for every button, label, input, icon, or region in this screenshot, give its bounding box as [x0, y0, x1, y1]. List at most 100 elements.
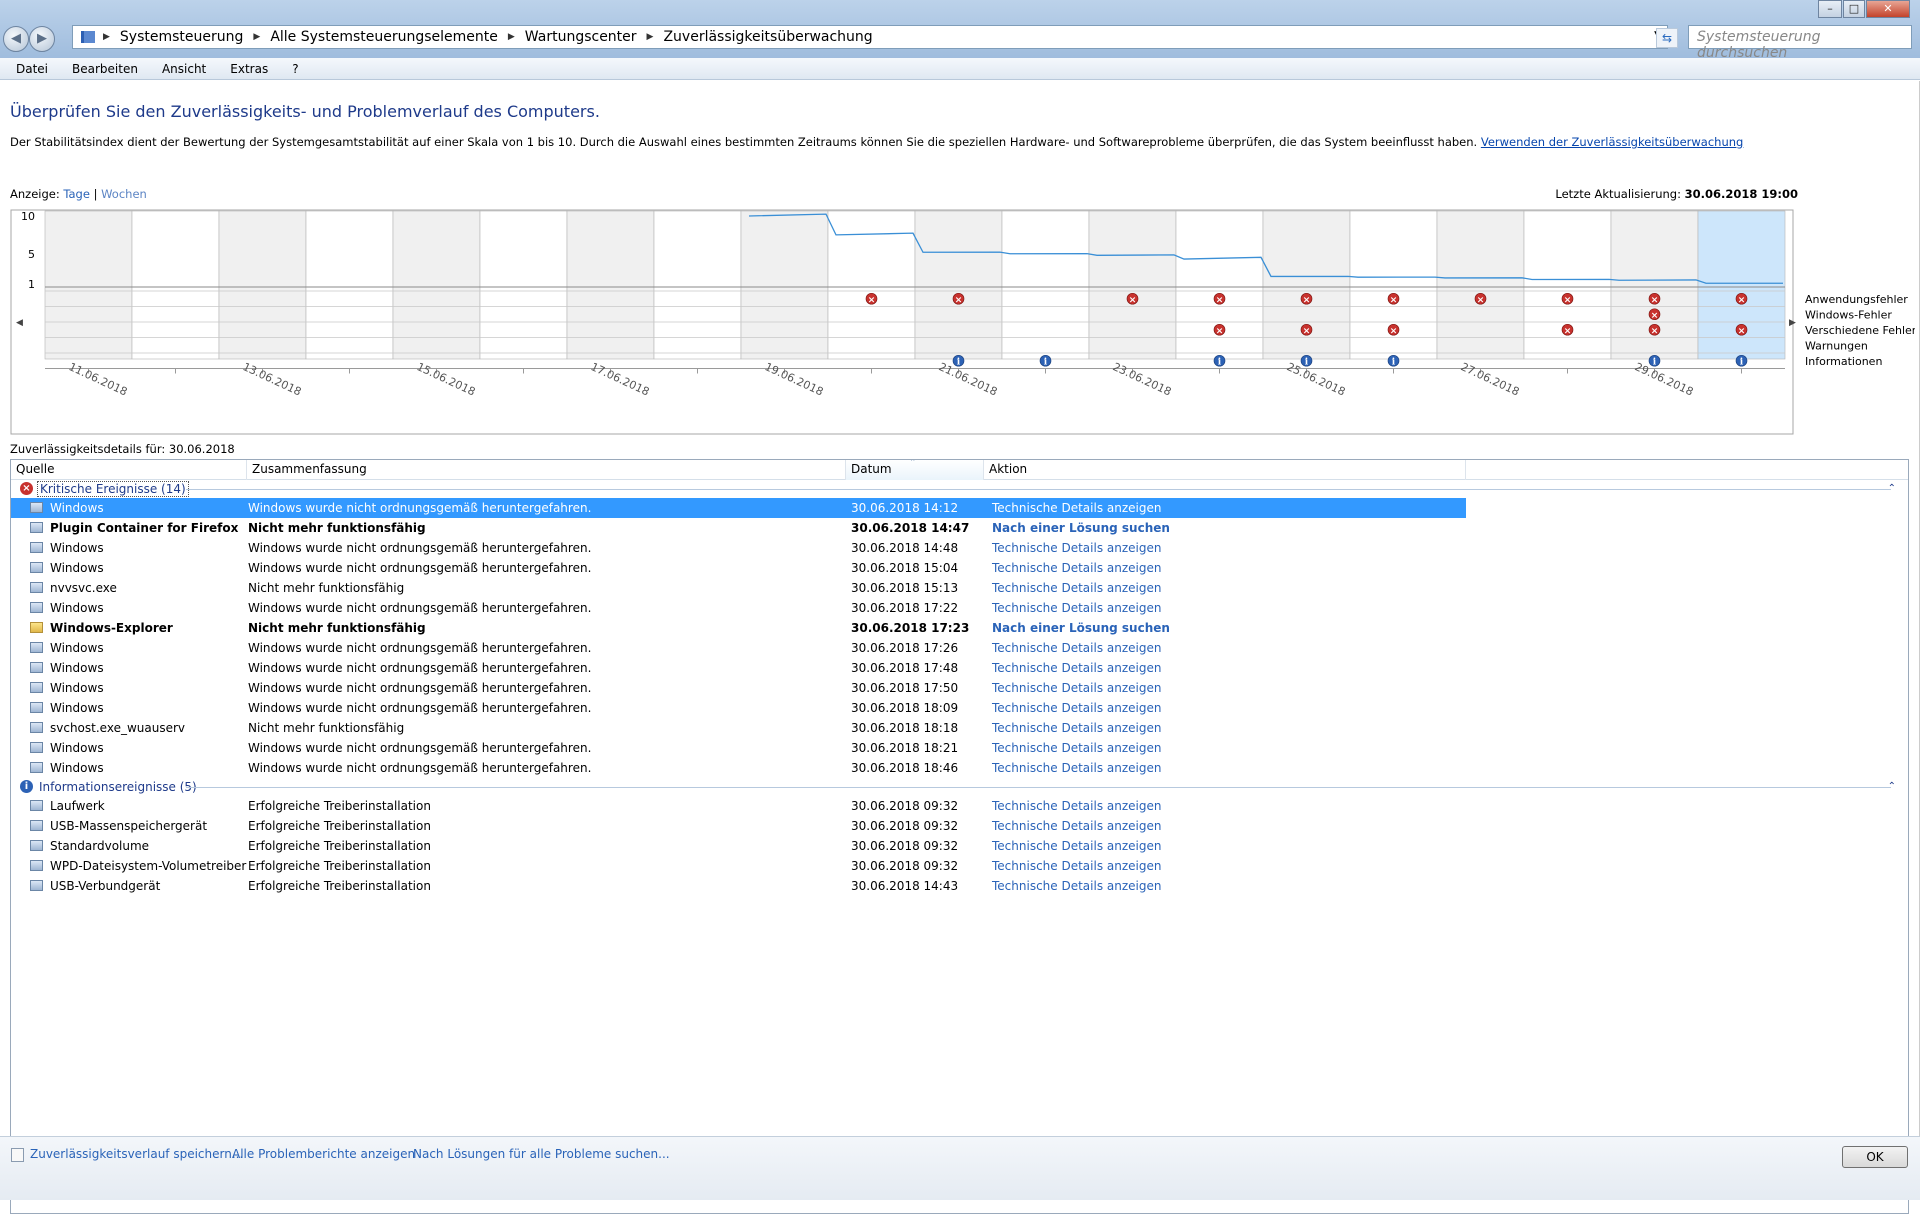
refresh-button[interactable]: ⇆ — [1656, 28, 1678, 48]
column-source[interactable]: Quelle — [11, 460, 247, 480]
maximize-button[interactable]: □ — [1843, 0, 1865, 18]
cell-action[interactable]: Technische Details anzeigen — [992, 856, 1161, 876]
cell-action[interactable]: Technische Details anzeigen — [992, 718, 1161, 738]
cell-action[interactable]: Technische Details anzeigen — [992, 578, 1161, 598]
menu-view[interactable]: Ansicht — [158, 60, 210, 78]
breadcrumb-item[interactable]: Zuverlässigkeitsüberwachung — [663, 29, 872, 45]
table-row[interactable]: nvvsvc.exe Nicht mehr funktionsfähig 30.06… — [11, 578, 1908, 598]
help-link[interactable]: Verwenden der Zuverlässigkeitsüberwachun… — [1481, 135, 1743, 149]
address-bar[interactable]: ▶ Systemsteuerung ▶ Alle Systemsteuerung… — [72, 25, 1668, 49]
table-row[interactable]: Windows Windows wurde nicht ordnungsgemäß… — [11, 558, 1908, 578]
breadcrumb-separator-icon[interactable]: ▶ — [253, 32, 260, 42]
day-column[interactable] — [1262, 210, 1351, 360]
menu-help[interactable]: ? — [288, 60, 302, 78]
column-date[interactable]: Datum ˆ — [846, 460, 984, 480]
cell-action[interactable]: Technische Details anzeigen — [992, 638, 1161, 658]
day-column[interactable] — [1001, 210, 1090, 360]
search-all-solutions-link[interactable]: Nach Lösungen für alle Probleme suchen..… — [413, 1147, 670, 1161]
cell-action[interactable]: Technische Details anzeigen — [992, 738, 1161, 758]
cell-action[interactable]: Nach einer Lösung suchen — [992, 618, 1170, 638]
cell-action[interactable]: Technische Details anzeigen — [992, 698, 1161, 718]
scroll-right-icon[interactable]: ▶ — [1789, 318, 1796, 328]
cell-action[interactable]: Technische Details anzeigen — [992, 598, 1161, 618]
cell-action[interactable]: Technische Details anzeigen — [992, 876, 1161, 896]
day-column[interactable] — [566, 210, 655, 360]
cell-action[interactable]: Technische Details anzeigen — [992, 678, 1161, 698]
menu-tools[interactable]: Extras — [226, 60, 272, 78]
cell-action[interactable]: Technische Details anzeigen — [992, 816, 1161, 836]
table-row[interactable]: USB-Verbundgerät Erfolgreiche Treiberinst… — [11, 876, 1908, 896]
table-row[interactable]: Plugin Container for Firefox Nicht mehr f… — [11, 518, 1908, 538]
day-column[interactable] — [1088, 210, 1177, 360]
cell-action[interactable]: Technische Details anzeigen — [992, 836, 1161, 856]
breadcrumb-separator-icon[interactable]: ▶ — [508, 32, 515, 42]
column-summary[interactable]: Zusammenfassung — [247, 460, 846, 480]
day-column[interactable] — [1523, 210, 1612, 360]
cell-action[interactable]: Technische Details anzeigen — [992, 498, 1161, 518]
all-reports-link[interactable]: Alle Problemberichte anzeigen — [232, 1147, 415, 1161]
day-column[interactable] — [1175, 210, 1264, 360]
reliability-chart[interactable]: × × × × × × × × × × × × × × × × × i i i i i i i 11.06.2018 13.06… — [10, 209, 1915, 435]
day-column[interactable] — [1349, 210, 1438, 360]
collapse-group-icon[interactable]: ⌃ — [1888, 480, 1896, 498]
table-row[interactable]: USB-Massenspeichergerät Erfolgreiche Trei… — [11, 816, 1908, 836]
table-row[interactable]: Windows Windows wurde nicht ordnungsgemäß… — [11, 678, 1908, 698]
day-column[interactable] — [1610, 210, 1699, 360]
breadcrumb-separator-icon[interactable]: ▶ — [647, 32, 654, 42]
day-column[interactable] — [392, 210, 481, 360]
cell-action[interactable]: Technische Details anzeigen — [992, 558, 1161, 578]
group-header-info[interactable]: i Informationsereignisse (5) ⌃ — [11, 778, 1908, 796]
group-header-critical[interactable]: × Kritische Ereignisse (14) ⌃ — [11, 480, 1908, 498]
table-row[interactable]: Windows Windows wurde nicht ordnungsgemäß… — [11, 598, 1908, 618]
table-row[interactable]: svchost.exe_wuauserv Nicht mehr funktions… — [11, 718, 1908, 738]
ok-button[interactable]: OK — [1842, 1146, 1908, 1168]
search-input[interactable]: Systemsteuerung durchsuchen — [1688, 25, 1912, 61]
table-row[interactable]: Windows Windows wurde nicht ordnungsgemäß… — [11, 698, 1908, 718]
day-column[interactable] — [131, 210, 220, 360]
cell-action[interactable]: Technische Details anzeigen — [992, 796, 1161, 816]
y-tick-label: 1 — [28, 278, 35, 291]
save-history-link[interactable]: Zuverlässigkeitsverlauf speichern... — [30, 1147, 243, 1161]
table-row[interactable]: Windows-Explorer Nicht mehr funktionsfähi… — [11, 618, 1908, 638]
day-column[interactable] — [653, 210, 742, 360]
table-row[interactable]: Windows Windows wurde nicht ordnungsgemäß… — [11, 538, 1908, 558]
day-column[interactable] — [305, 210, 394, 360]
table-row[interactable]: Windows Windows wurde nicht ordnungsgemäß… — [11, 758, 1908, 778]
cell-action[interactable]: Technische Details anzeigen — [992, 658, 1161, 678]
menu-edit[interactable]: Bearbeiten — [68, 60, 142, 78]
day-column[interactable] — [1697, 210, 1786, 360]
cell-date: 30.06.2018 15:13 — [851, 581, 959, 595]
day-column[interactable] — [1436, 210, 1525, 360]
day-column[interactable] — [44, 210, 133, 360]
day-column[interactable] — [479, 210, 568, 360]
description-text: Der Stabilitätsindex dient der Bewertung… — [10, 135, 1478, 149]
cell-action[interactable]: Nach einer Lösung suchen — [992, 518, 1170, 538]
breadcrumb-item[interactable]: Alle Systemsteuerungselemente — [270, 29, 498, 45]
table-row[interactable]: Windows Windows wurde nicht ordnungsgemäß… — [11, 658, 1908, 678]
forward-button[interactable]: ▶ — [29, 26, 55, 52]
error-event-glyph: × — [1651, 326, 1659, 336]
day-column[interactable] — [740, 210, 829, 360]
table-row[interactable]: Laufwerk Erfolgreiche Treiberinstallation… — [11, 796, 1908, 816]
day-column[interactable] — [218, 210, 307, 360]
day-column[interactable] — [914, 210, 1003, 360]
menu-file[interactable]: Datei — [12, 60, 52, 78]
cell-action[interactable]: Technische Details anzeigen — [992, 538, 1161, 558]
breadcrumb-item[interactable]: Systemsteuerung — [120, 29, 243, 45]
table-row[interactable]: Windows Windows wurde nicht ordnungsgemäß… — [11, 638, 1908, 658]
table-row[interactable]: WPD-Dateisystem-Volumetreiber Erfolgreich… — [11, 856, 1908, 876]
collapse-group-icon[interactable]: ⌃ — [1888, 778, 1896, 796]
close-button[interactable]: ✕ — [1866, 0, 1910, 18]
view-days-link[interactable]: Tage — [63, 187, 90, 201]
cell-date: 30.06.2018 14:47 — [851, 521, 970, 535]
table-row[interactable]: Windows Windows wurde nicht ordnungsgemäß… — [11, 498, 1466, 518]
table-row[interactable]: Standardvolume Erfolgreiche Treiberinstal… — [11, 836, 1908, 856]
cell-action[interactable]: Technische Details anzeigen — [992, 758, 1161, 778]
view-weeks-link[interactable]: Wochen — [101, 187, 147, 201]
breadcrumb-item[interactable]: Wartungscenter — [525, 29, 637, 45]
table-row[interactable]: Windows Windows wurde nicht ordnungsgemäß… — [11, 738, 1908, 758]
scroll-left-icon[interactable]: ◀ — [16, 318, 23, 328]
column-action[interactable]: Aktion — [984, 460, 1466, 480]
minimize-button[interactable]: – — [1818, 0, 1842, 18]
back-button[interactable]: ◀ — [3, 26, 29, 52]
